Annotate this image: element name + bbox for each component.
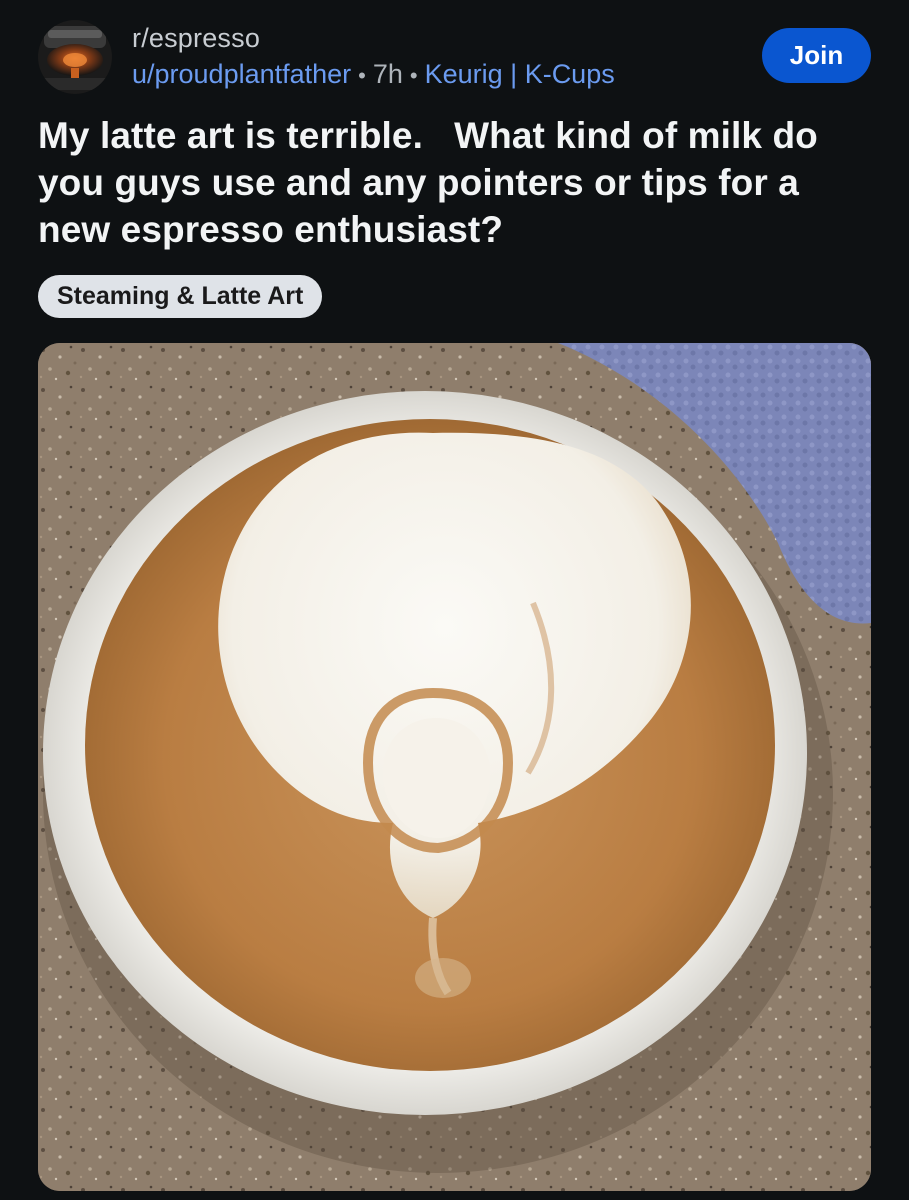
latte-photo [38, 343, 871, 1191]
reddit-post: r/espresso u/proudplantfather • 7h • Keurig … [0, 0, 909, 1200]
post-image[interactable] [38, 343, 871, 1191]
post-age: 7h [372, 59, 403, 89]
author-link[interactable]: u/proudplantfather [132, 59, 351, 89]
espresso-machine-icon [38, 20, 112, 94]
join-button[interactable]: Join [762, 28, 871, 83]
post-header: r/espresso u/proudplantfather • 7h • Keurig … [38, 18, 871, 94]
post-title[interactable]: My latte art is terrible. What kind of m… [38, 112, 878, 253]
post-meta: r/espresso u/proudplantfather • 7h • Keurig … [132, 22, 615, 94]
separator-dot: • [358, 63, 366, 88]
byline: u/proudplantfather • 7h • Keurig | K-Cups [132, 56, 615, 94]
separator-dot: • [409, 63, 418, 88]
user-flair: Keurig | K-Cups [424, 59, 615, 89]
post-flair-chip[interactable]: Steaming & Latte Art [38, 275, 323, 318]
subreddit-avatar[interactable] [38, 20, 112, 94]
subreddit-name[interactable]: r/espresso [132, 22, 615, 54]
